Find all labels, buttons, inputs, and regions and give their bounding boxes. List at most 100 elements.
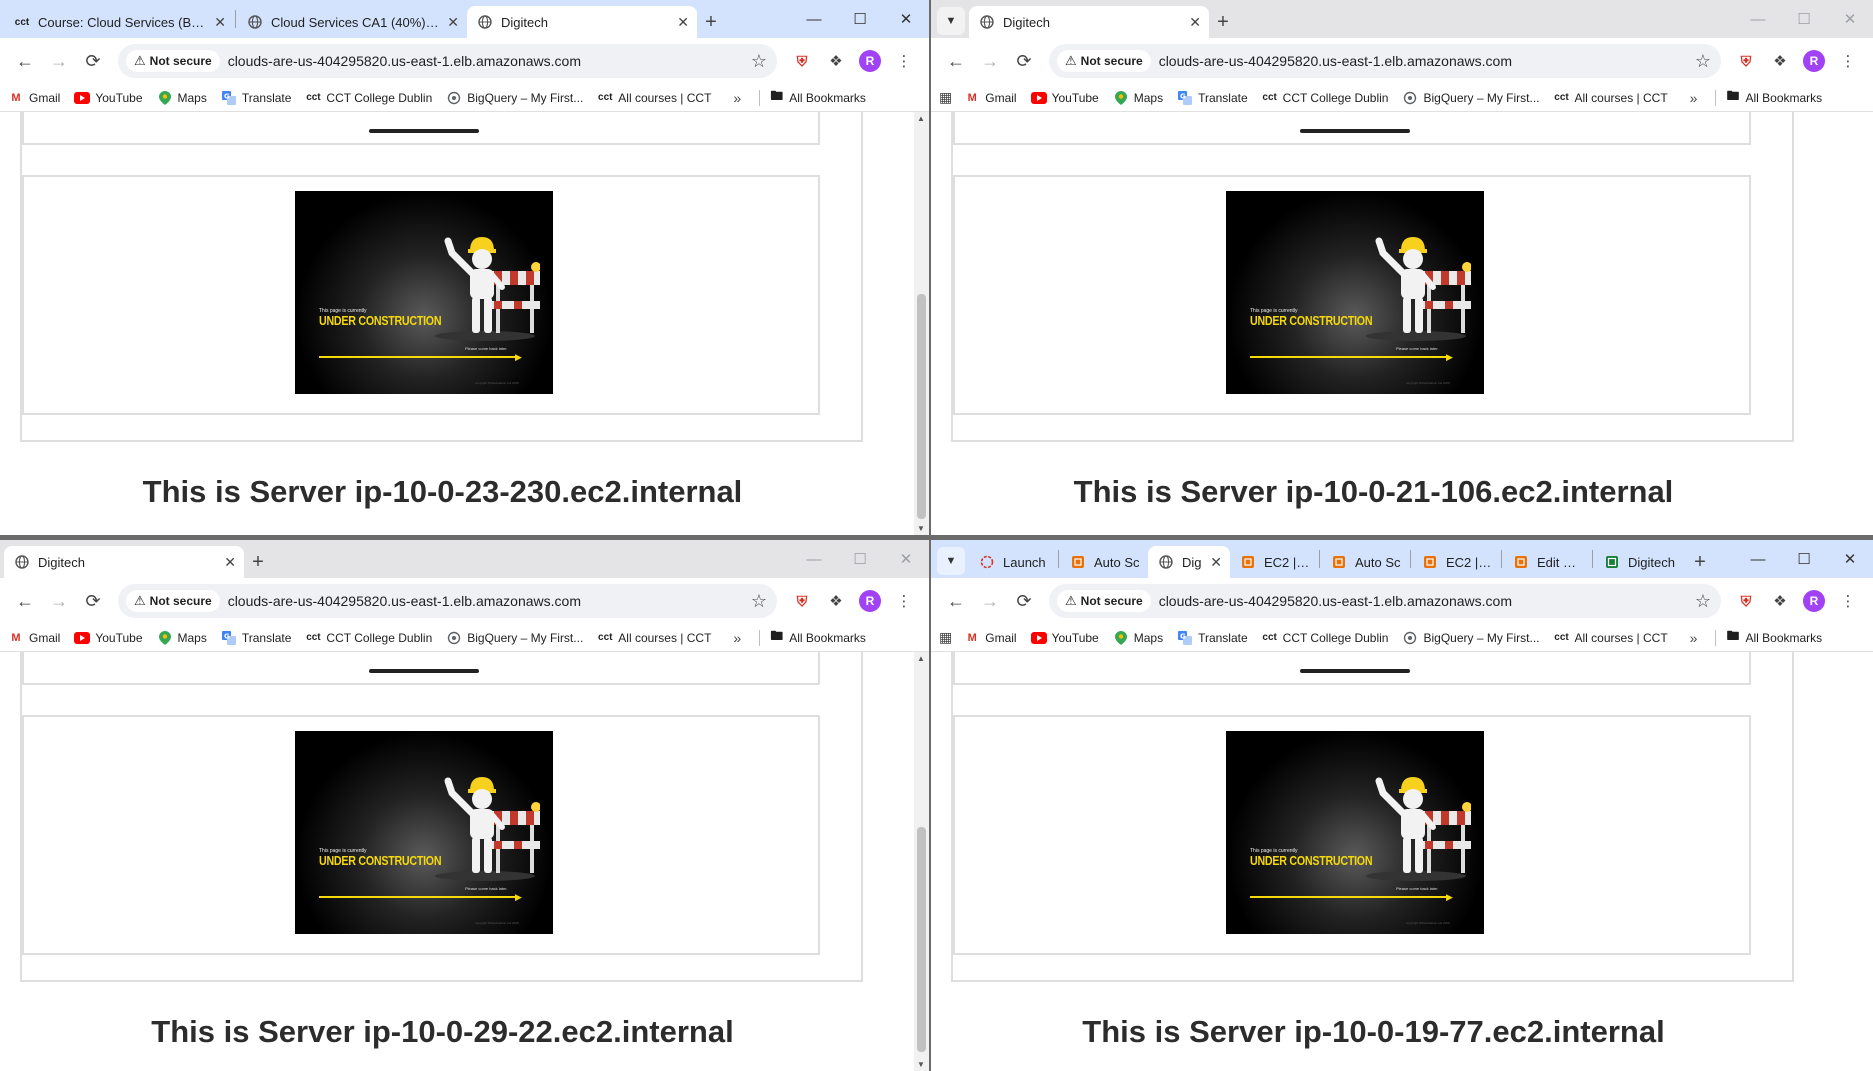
maximize-button[interactable]: ☐ (1781, 0, 1827, 38)
bookmark-item[interactable]: G Translate (1177, 630, 1248, 645)
back-button[interactable]: ← (8, 584, 42, 618)
reload-button[interactable]: ⟳ (1007, 584, 1041, 618)
url-text[interactable]: clouds-are-us-404295820.us-east-1.elb.am… (228, 593, 743, 609)
not-secure-chip[interactable]: ⚠ Not secure (1057, 590, 1151, 612)
close-tab-icon[interactable]: ✕ (447, 14, 459, 31)
maximize-button[interactable]: ☐ (837, 540, 883, 578)
forward-button[interactable]: → (973, 584, 1007, 618)
close-tab-icon[interactable]: ✕ (1210, 554, 1222, 571)
not-secure-chip[interactable]: ⚠ Not secure (126, 590, 220, 612)
minimize-button[interactable]: — (1735, 540, 1781, 578)
profile-button[interactable]: R (853, 584, 887, 618)
bookmark-item[interactable]: G Translate (221, 90, 291, 105)
minimize-button[interactable]: — (791, 0, 837, 38)
browser-tab[interactable]: Digitech ✕ (969, 6, 1209, 38)
scrollbar-thumb[interactable] (917, 294, 926, 519)
bookmark-item[interactable]: Maps (157, 630, 207, 645)
bookmark-item[interactable]: cct All courses | CCT (597, 91, 711, 105)
all-bookmarks-button[interactable]: 🖿 All Bookmarks (1726, 87, 1822, 109)
browser-tab[interactable]: Digitech ✕ (4, 546, 244, 578)
bookmark-item[interactable]: YouTube (74, 631, 143, 645)
browser-tab[interactable]: Cloud Services CA1 (40%) Nov ✕ (237, 6, 467, 38)
minimize-button[interactable]: — (791, 540, 837, 578)
bookmark-item[interactable]: YouTube (1030, 631, 1099, 645)
bookmark-item[interactable]: cct CCT College Dublin (1262, 91, 1388, 105)
close-window-button[interactable]: ✕ (1827, 0, 1873, 38)
bookmark-item[interactable]: Maps (157, 90, 207, 105)
apps-grid-icon[interactable]: ▦ (939, 89, 952, 106)
menu-kebab-icon[interactable]: ⋮ (1831, 584, 1865, 618)
extension-shield-icon[interactable]: ⛨ (785, 44, 819, 78)
address-bar[interactable]: ⚠ Not secure clouds-are-us-404295820.us-e… (1049, 584, 1721, 618)
more-bookmarks-chevron-icon[interactable]: » (1690, 90, 1698, 106)
extensions-puzzle-icon[interactable]: ❖ (819, 584, 853, 618)
page-scrollbar[interactable]: ▲ ▼ (914, 112, 929, 535)
profile-button[interactable]: R (1797, 584, 1831, 618)
forward-button[interactable]: → (973, 44, 1007, 78)
close-tab-icon[interactable]: ✕ (1189, 14, 1201, 31)
browser-tab[interactable]: EC2 | us (1230, 546, 1318, 578)
scroll-up-arrow-icon[interactable]: ▲ (917, 654, 925, 663)
menu-kebab-icon[interactable]: ⋮ (887, 44, 921, 78)
address-bar[interactable]: ⚠ Not secure clouds-are-us-404295820.us-e… (118, 584, 777, 618)
bookmark-item[interactable]: cct All courses | CCT (1554, 91, 1667, 105)
not-secure-chip[interactable]: ⚠ Not secure (126, 50, 220, 72)
bookmark-item[interactable]: BigQuery – My First... (1402, 631, 1540, 645)
bookmark-item[interactable]: M Gmail (8, 631, 60, 645)
back-button[interactable]: ← (939, 44, 973, 78)
bookmark-item[interactable]: YouTube (74, 91, 143, 105)
bookmark-item[interactable]: cct All courses | CCT (597, 631, 711, 645)
bookmark-item[interactable]: YouTube (1030, 91, 1099, 105)
bookmark-item[interactable]: BigQuery – My First... (1402, 91, 1540, 105)
extension-shield-icon[interactable]: ⛨ (785, 584, 819, 618)
more-bookmarks-chevron-icon[interactable]: » (733, 630, 741, 646)
all-bookmarks-button[interactable]: 🖿 All Bookmarks (770, 627, 866, 649)
extensions-puzzle-icon[interactable]: ❖ (819, 44, 853, 78)
address-bar[interactable]: ⚠ Not secure clouds-are-us-404295820.us-e… (1049, 44, 1721, 78)
apps-grid-icon[interactable]: ▦ (939, 629, 952, 646)
tab-search-button[interactable]: ▼ (937, 547, 965, 575)
browser-tab[interactable]: Edit use (1503, 546, 1591, 578)
menu-kebab-icon[interactable]: ⋮ (887, 584, 921, 618)
scroll-up-arrow-icon[interactable]: ▲ (917, 114, 925, 123)
bookmark-item[interactable]: M Gmail (964, 91, 1017, 105)
bookmark-star-icon[interactable]: ☆ (1695, 591, 1711, 612)
url-text[interactable]: clouds-are-us-404295820.us-east-1.elb.am… (228, 53, 743, 69)
url-text[interactable]: clouds-are-us-404295820.us-east-1.elb.am… (1159, 593, 1687, 609)
back-button[interactable]: ← (939, 584, 973, 618)
bookmark-star-icon[interactable]: ☆ (751, 591, 767, 612)
scrollbar-thumb[interactable] (917, 827, 926, 1052)
bookmark-item[interactable]: cct CCT College Dublin (1262, 631, 1388, 645)
bookmark-item[interactable]: G Translate (1177, 90, 1248, 105)
extension-shield-icon[interactable]: ⛨ (1729, 44, 1763, 78)
browser-tab[interactable]: Dig ✕ (1148, 546, 1230, 578)
new-tab-button[interactable]: + (697, 6, 725, 38)
bookmark-item[interactable]: cct All courses | CCT (1554, 631, 1667, 645)
forward-button[interactable]: → (42, 44, 76, 78)
tab-search-button[interactable]: ▼ (937, 7, 965, 35)
browser-tab[interactable]: Launch (969, 546, 1057, 578)
new-tab-button[interactable]: + (1209, 6, 1237, 38)
bookmark-star-icon[interactable]: ☆ (1695, 51, 1711, 72)
bookmark-item[interactable]: M Gmail (8, 91, 60, 105)
page-scrollbar[interactable]: ▲ ▼ (914, 652, 929, 1071)
bookmark-item[interactable]: G Translate (221, 630, 291, 645)
close-tab-icon[interactable]: ✕ (214, 14, 226, 31)
reload-button[interactable]: ⟳ (1007, 44, 1041, 78)
browser-tab[interactable]: cct Course: Cloud Services (BSc (H ✕ (4, 6, 234, 38)
extensions-puzzle-icon[interactable]: ❖ (1763, 44, 1797, 78)
browser-tab[interactable]: Auto Sc (1321, 546, 1409, 578)
address-bar[interactable]: ⚠ Not secure clouds-are-us-404295820.us-e… (118, 44, 777, 78)
minimize-button[interactable]: — (1735, 0, 1781, 38)
menu-kebab-icon[interactable]: ⋮ (1831, 44, 1865, 78)
bookmark-item[interactable]: BigQuery – My First... (446, 91, 583, 105)
bookmark-item[interactable]: M Gmail (964, 631, 1017, 645)
browser-tab[interactable]: Digitech ✕ (467, 6, 697, 38)
bookmark-item[interactable]: Maps (1113, 90, 1163, 105)
bookmark-item[interactable]: cct CCT College Dublin (305, 631, 432, 645)
close-window-button[interactable]: ✕ (883, 0, 929, 38)
maximize-button[interactable]: ☐ (837, 0, 883, 38)
bookmark-star-icon[interactable]: ☆ (751, 51, 767, 72)
bookmark-item[interactable]: BigQuery – My First... (446, 631, 583, 645)
more-bookmarks-chevron-icon[interactable]: » (1690, 630, 1698, 646)
